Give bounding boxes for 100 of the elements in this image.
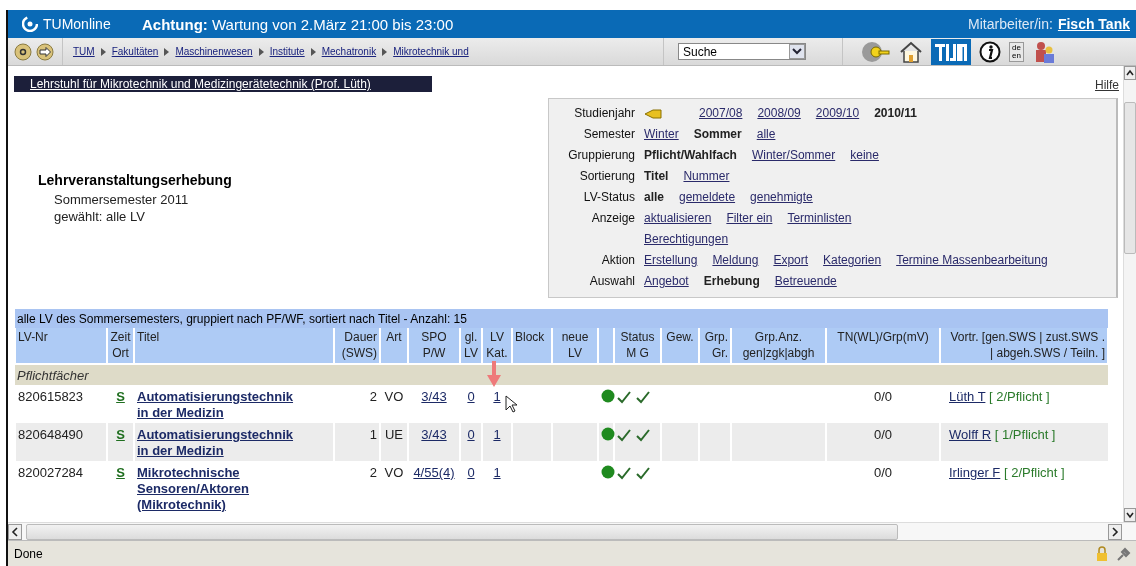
- filter-link[interactable]: Meldung: [712, 250, 759, 271]
- breadcrumb-link[interactable]: Mikrotechnik und: [393, 46, 469, 57]
- filter-label: LV-Status: [582, 189, 636, 206]
- filter-link[interactable]: aktualisieren: [644, 208, 712, 229]
- equivalent-link[interactable]: 0: [467, 465, 475, 480]
- column-header: Grp. Gr.: [699, 328, 731, 364]
- filter-label: Auswahl: [588, 273, 636, 290]
- key-icon[interactable]: [861, 40, 891, 63]
- scroll-right-icon[interactable]: [1108, 523, 1122, 540]
- course-type: VO: [384, 465, 404, 480]
- assignment-text: [ 2/Pflicht ]: [989, 389, 1050, 404]
- breadcrumb-arrow-icon: [164, 47, 170, 56]
- stop-button-icon[interactable]: [14, 42, 32, 61]
- schedule-link[interactable]: S: [116, 465, 125, 480]
- filter-link[interactable]: Erstellung: [644, 250, 698, 271]
- user-link[interactable]: Fisch Tank: [1057, 16, 1130, 32]
- scroll-down-icon[interactable]: [1124, 508, 1136, 522]
- breadcrumb-link[interactable]: Fakultäten: [111, 46, 159, 57]
- column-header: Block: [512, 328, 552, 364]
- curriculum-link[interactable]: 3/43: [421, 427, 447, 442]
- app-name: TUMonline: [43, 16, 111, 32]
- selected-option[interactable]: alle: [644, 187, 664, 208]
- equivalent-link[interactable]: 0: [467, 427, 475, 442]
- scrollbar-thumb[interactable]: [1124, 102, 1136, 254]
- plug-icon: [1116, 545, 1132, 562]
- language-button[interactable]: de en: [1009, 41, 1024, 62]
- selection-text: gewählt: alle LV: [53, 207, 146, 225]
- breadcrumb-link[interactable]: Institute: [269, 46, 305, 57]
- search-dropdown[interactable]: Suche: [678, 43, 806, 60]
- category-link[interactable]: 1: [493, 427, 501, 442]
- category-link[interactable]: 1: [493, 465, 501, 480]
- selected-option[interactable]: Erhebung: [703, 271, 760, 292]
- course-title-link[interactable]: Mikrotechnische Sensoren/Aktoren (Mikrotechnik): [137, 465, 297, 513]
- mouse-cursor-icon: [505, 395, 517, 413]
- filter-link[interactable]: Betreuende: [774, 271, 837, 292]
- forward-button-icon[interactable]: [36, 42, 54, 61]
- scroll-up-icon[interactable]: [1124, 66, 1136, 80]
- column-header: Titel: [134, 328, 334, 364]
- column-header: Art: [380, 328, 408, 364]
- group-header: Pflichtfächer: [15, 364, 1108, 385]
- filter-link[interactable]: gemeldete: [679, 187, 736, 208]
- column-header: Dauer (SWS): [334, 328, 380, 364]
- assignment-text: [ 2/Pflicht ]: [1003, 465, 1065, 480]
- column-header: Grp.Anz. gen|zgk|abgh: [731, 328, 826, 364]
- breadcrumb-link[interactable]: TUM: [73, 46, 95, 57]
- filter-label: Anzeige: [590, 210, 636, 227]
- curriculum-link[interactable]: 4/55(4): [413, 465, 455, 480]
- curriculum-link[interactable]: 3/43: [421, 389, 447, 404]
- filter-link[interactable]: alle: [756, 124, 776, 145]
- scrollbar-thumb[interactable]: [26, 523, 898, 540]
- participant-count: 0/0: [873, 465, 893, 480]
- duration-value: 2: [369, 389, 377, 404]
- selected-option[interactable]: Pflicht/Wahlfach: [644, 145, 737, 166]
- filter-link[interactable]: Nummer: [683, 166, 730, 187]
- filter-link[interactable]: 2009/10: [815, 103, 860, 124]
- breadcrumb-link[interactable]: Maschinenwesen: [175, 46, 253, 57]
- user-label: Mitarbeiter/in:: [968, 16, 1053, 32]
- filter-link[interactable]: 2007/08: [699, 103, 743, 124]
- filter-link[interactable]: Termine Massenbearbeitung: [896, 250, 1048, 271]
- selected-option[interactable]: Sommer: [693, 124, 742, 145]
- schedule-link[interactable]: S: [116, 389, 125, 404]
- filter-link[interactable]: Angebot: [644, 271, 689, 292]
- course-title-link[interactable]: Automatisierungstechnik in der Medizin: [137, 389, 297, 421]
- info-icon[interactable]: [979, 40, 1001, 63]
- equivalent-link[interactable]: 0: [467, 389, 475, 404]
- filter-label: Gruppierung: [567, 147, 636, 164]
- duration-value: 1: [369, 427, 377, 442]
- lecturer-link[interactable]: Wolff R: [949, 427, 992, 442]
- home-icon[interactable]: [899, 40, 923, 63]
- filter-link[interactable]: Winter: [644, 124, 679, 145]
- filter-link[interactable]: Filter ein: [726, 208, 773, 229]
- filter-link[interactable]: keine: [850, 145, 879, 166]
- schedule-link[interactable]: S: [116, 427, 125, 442]
- breadcrumb-link[interactable]: Mechatronik: [321, 46, 377, 57]
- category-link[interactable]: 1: [493, 389, 501, 404]
- filter-link[interactable]: 2008/09: [757, 103, 801, 124]
- semester-text: Sommersemester 2011: [53, 190, 190, 208]
- filter-link[interactable]: genehmigte: [750, 187, 813, 208]
- filter-link[interactable]: Winter/Sommer: [751, 145, 836, 166]
- duration-value: 2: [369, 465, 377, 480]
- department-link[interactable]: Lehrstuhl für Mikrotechnik und Medizingerätetechnik (Prof. Lüth): [14, 76, 432, 92]
- selected-option[interactable]: Titel: [644, 166, 669, 187]
- selected-option[interactable]: 2010/11: [874, 103, 917, 124]
- lock-icon: [1096, 545, 1108, 562]
- assignment-text: [ 1/Pflicht ]: [994, 427, 1056, 442]
- column-header: LV Kat.: [482, 328, 512, 364]
- help-link[interactable]: Hilfe: [1095, 78, 1119, 92]
- scroll-left-icon[interactable]: [8, 523, 22, 540]
- filter-label: Semester: [582, 126, 636, 143]
- filter-link[interactable]: Kategorien: [823, 250, 882, 271]
- lecturer-link[interactable]: Irlinger F: [949, 465, 1001, 480]
- filter-link[interactable]: Berechtigungen: [644, 229, 729, 250]
- tum-logo-icon[interactable]: [931, 38, 971, 65]
- back-arrow-icon[interactable]: [644, 108, 662, 119]
- filter-link[interactable]: Export: [773, 250, 809, 271]
- lecturer-link[interactable]: Lüth T: [949, 389, 986, 404]
- filter-label: Studienjahr: [573, 105, 636, 122]
- column-header: SPO P/W: [408, 328, 460, 364]
- column-header: TN(WL)/Grp(mV): [826, 328, 940, 364]
- filter-link[interactable]: Terminlisten: [787, 208, 852, 229]
